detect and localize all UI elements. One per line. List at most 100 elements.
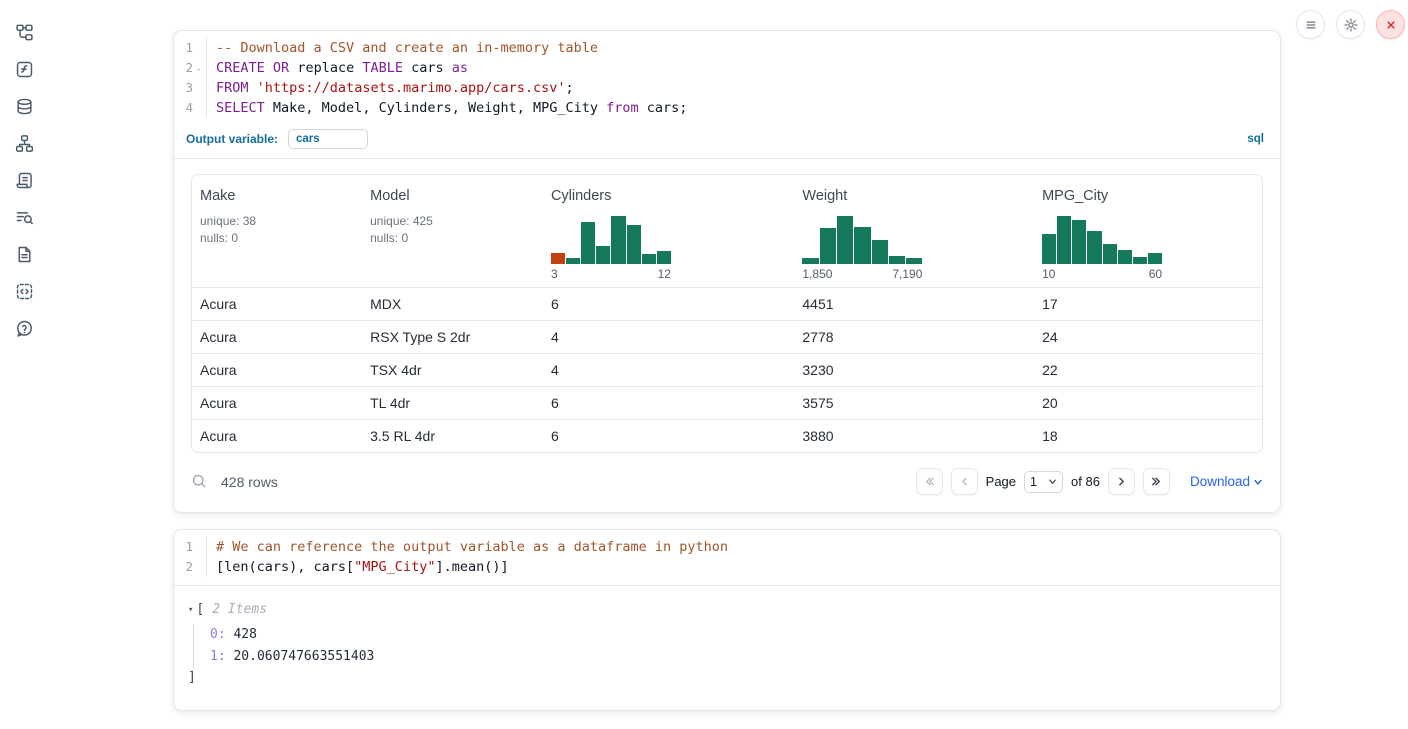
column-histogram[interactable] — [802, 214, 922, 264]
histogram-bar — [1072, 220, 1086, 264]
table-cell: 3.5 RL 4dr — [362, 420, 543, 453]
python-code-editor[interactable]: 1 # We can reference the output variable … — [174, 530, 1280, 585]
table-cell: Acura — [192, 387, 362, 420]
document-icon — [15, 245, 34, 264]
next-page-button[interactable] — [1108, 468, 1135, 495]
column-histogram[interactable] — [1042, 214, 1162, 264]
table-cell: 6 — [543, 288, 794, 321]
close-icon — [1383, 17, 1399, 33]
table-cell: 2778 — [794, 321, 1034, 354]
network-icon — [15, 134, 34, 153]
table-cell: 20 — [1034, 387, 1262, 420]
code-line: 2[len(cars), cars["MPG_City"].mean()] — [174, 557, 1280, 577]
column-header-mpg_city[interactable]: MPG_City1060 — [1034, 175, 1262, 288]
output-variable-input[interactable] — [288, 129, 368, 149]
fold-chevron-icon[interactable]: ⌄ — [193, 58, 204, 78]
histogram-bar — [1103, 244, 1117, 264]
sidebar-logs-button[interactable] — [14, 208, 34, 227]
table-row: AcuraMDX6445117 — [192, 288, 1262, 321]
column-label: Weight — [802, 188, 1024, 204]
column-histogram[interactable] — [551, 214, 671, 264]
code-line: 1 -- Download a CSV and create an in-memo… — [174, 38, 1280, 58]
sidebar-documentation-button[interactable] — [14, 245, 34, 264]
tree-collapse-chevron-icon[interactable]: ▾ — [188, 602, 193, 618]
first-page-button[interactable] — [916, 468, 943, 495]
sidebar-datasources-button[interactable] — [14, 97, 34, 116]
histogram-bar — [872, 240, 888, 264]
sql-code-editor[interactable]: 1 -- Download a CSV and create an in-memo… — [174, 31, 1280, 126]
page-select[interactable]: 1 — [1024, 471, 1063, 493]
table-cell: 3880 — [794, 420, 1034, 453]
histogram-axis-labels: 312 — [551, 267, 671, 281]
table-cell: Acura — [192, 288, 362, 321]
tree-entry: 0: 428 — [210, 624, 1262, 646]
code-line: 3FROM 'https://datasets.marimo.app/cars.… — [174, 78, 1280, 98]
table-cell: 4 — [543, 321, 794, 354]
last-page-button[interactable] — [1143, 468, 1170, 495]
sidebar-scratchpad-button[interactable] — [14, 171, 34, 190]
sidebar-dependency-graph-button[interactable] — [14, 134, 34, 153]
histogram-bar — [627, 225, 641, 264]
column-label: Model — [370, 188, 533, 204]
histogram-bar — [551, 253, 565, 264]
histogram-bar — [802, 258, 818, 264]
menu-icon — [1303, 17, 1319, 33]
histogram-bar — [1057, 216, 1071, 264]
table-row: AcuraTL 4dr6357520 — [192, 387, 1262, 420]
table-cell: 24 — [1034, 321, 1262, 354]
column-header-weight[interactable]: Weight1,8507,190 — [794, 175, 1034, 288]
notebook-actions — [1296, 10, 1405, 39]
column-stats: unique: 425nulls: 0 — [370, 213, 533, 246]
table-row: AcuraRSX Type S 2dr4277824 — [192, 321, 1262, 354]
tree-items-count: 2 Items — [212, 602, 267, 618]
cell-divider — [174, 158, 1280, 159]
code-text[interactable]: FROM 'https://datasets.marimo.app/cars.c… — [207, 78, 574, 98]
chevron-down-icon — [1253, 477, 1263, 487]
database-icon — [15, 97, 34, 116]
file-tree-icon — [15, 23, 34, 42]
menu-button[interactable] — [1296, 10, 1325, 39]
table-search-icon[interactable] — [191, 473, 208, 490]
language-badge[interactable]: sql — [1247, 133, 1264, 145]
column-header-cylinders[interactable]: Cylinders312 — [543, 175, 794, 288]
code-text[interactable]: SELECT Make, Model, Cylinders, Weight, M… — [207, 98, 687, 118]
code-text[interactable]: CREATE OR replace TABLE cars as — [207, 58, 468, 78]
histogram-bar — [837, 216, 853, 264]
table-cell: 17 — [1034, 288, 1262, 321]
download-button[interactable]: Download — [1190, 474, 1263, 489]
sidebar-file-explorer-button[interactable] — [14, 23, 34, 42]
column-label: Make — [200, 188, 352, 204]
sidebar-help-button[interactable] — [14, 319, 34, 338]
code-text[interactable]: -- Download a CSV and create an in-memor… — [207, 38, 598, 58]
sidebar-snippets-button[interactable] — [14, 282, 34, 301]
sidebar-variables-button[interactable] — [14, 60, 34, 79]
output-variable-row: Output variable: sql — [174, 126, 1280, 158]
line-number: 1 — [185, 537, 193, 557]
histogram-bar — [581, 222, 595, 264]
settings-button[interactable] — [1336, 10, 1365, 39]
table-cell: 4 — [543, 354, 794, 387]
histogram-bar — [906, 258, 922, 264]
column-header-make[interactable]: Makeunique: 38nulls: 0 — [192, 175, 362, 288]
table-cell: 6 — [543, 387, 794, 420]
scroll-icon — [15, 171, 34, 190]
page-label: Page — [986, 474, 1016, 489]
shutdown-button[interactable] — [1376, 10, 1405, 39]
code-text[interactable]: # We can reference the output variable a… — [207, 537, 728, 557]
code-snippet-icon — [15, 282, 34, 301]
result-table: Makeunique: 38nulls: 0 Model unique: 425nu… — [191, 174, 1263, 453]
table-cell: Acura — [192, 420, 362, 453]
histogram-bar — [1118, 250, 1132, 264]
histogram-bar — [657, 251, 671, 264]
line-number: 1 — [185, 38, 193, 58]
previous-page-button[interactable] — [951, 468, 978, 495]
line-number: 4 — [185, 98, 193, 118]
python-output: ▾ [ 2 Items 0: 4281: 20.060747663551403 … — [174, 586, 1280, 710]
histogram-bar — [889, 256, 905, 264]
histogram-bar — [611, 216, 625, 264]
code-text[interactable]: [len(cars), cars["MPG_City"].mean()] — [207, 557, 509, 577]
column-header-model[interactable]: Model unique: 425nulls: 0 — [362, 175, 543, 288]
histogram-bar — [566, 258, 580, 264]
histogram-bar — [596, 246, 610, 264]
help-circle-icon — [15, 319, 34, 338]
